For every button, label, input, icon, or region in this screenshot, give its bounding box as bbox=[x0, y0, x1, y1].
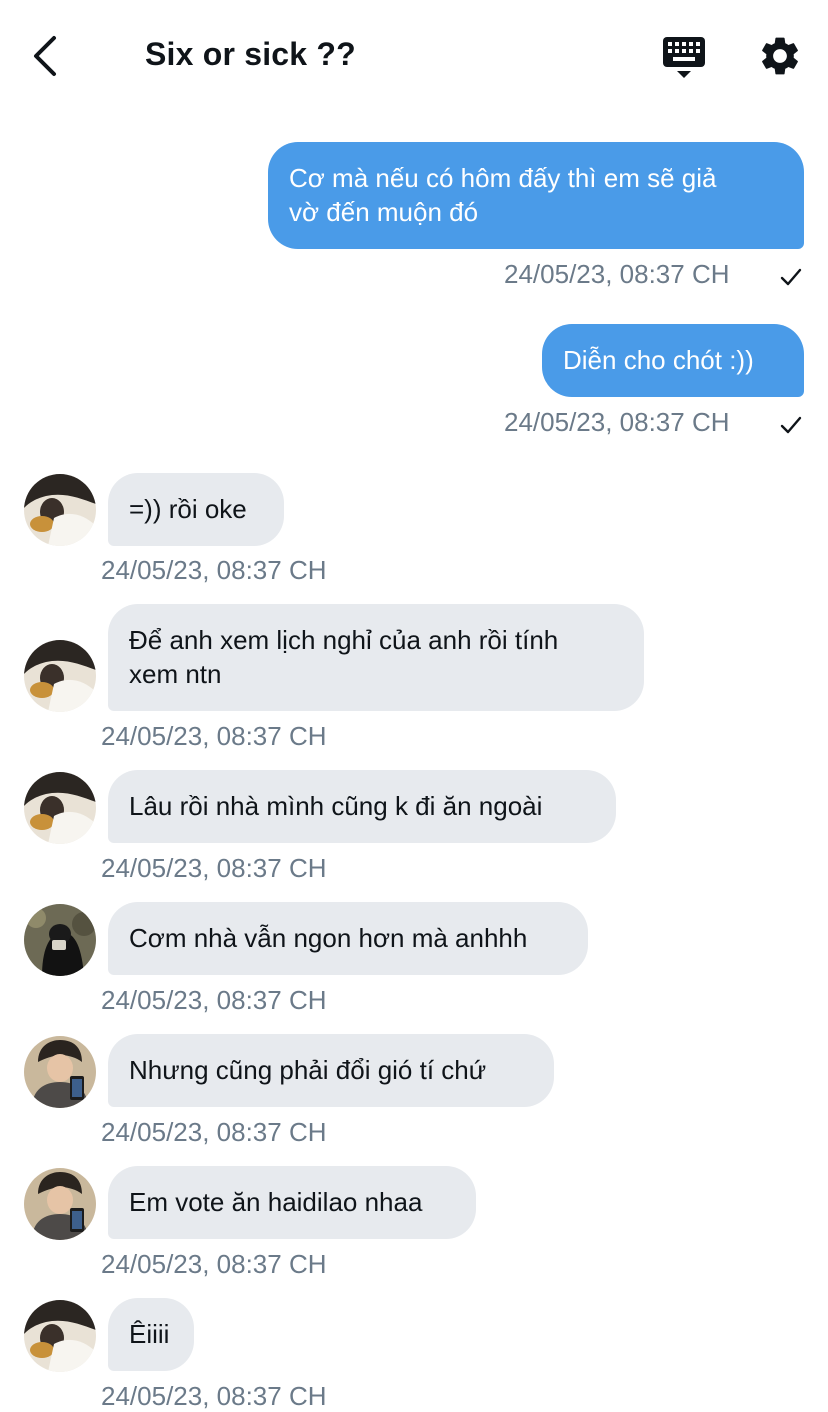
message-timestamp: 24/05/23, 08:37 CH bbox=[101, 985, 327, 1015]
avatar-photo bbox=[24, 772, 96, 844]
avatar[interactable] bbox=[24, 904, 96, 976]
avatar[interactable] bbox=[24, 1168, 96, 1240]
avatar-photo bbox=[24, 1300, 96, 1372]
message-timestamp: 24/05/23, 08:37 CH bbox=[101, 555, 327, 585]
message-timestamp: 24/05/23, 08:37 CH bbox=[101, 721, 327, 751]
message-timestamp: 24/05/23, 08:37 CH bbox=[101, 853, 327, 883]
message-bubble[interactable]: Lâu rồi nhà mình cũng k đi ăn ngoài bbox=[108, 770, 616, 843]
keyboard-button[interactable] bbox=[660, 34, 708, 80]
message-bubble[interactable]: Cơ mà nếu có hôm đấy thì em sẽ giả vờ đế… bbox=[268, 142, 804, 249]
avatar[interactable] bbox=[24, 474, 96, 546]
message-bubble[interactable]: =)) rồi oke bbox=[108, 473, 284, 546]
gear-icon bbox=[762, 37, 798, 75]
message-bubble[interactable]: Cơm nhà vẫn ngon hơn mà anhhh bbox=[108, 902, 588, 975]
checkmark-icon bbox=[780, 268, 802, 286]
message-bubble[interactable]: Nhưng cũng phải đổi gió tí chứ bbox=[108, 1034, 554, 1107]
message-timestamp: 24/05/23, 08:37 CH bbox=[504, 259, 730, 289]
conversation-title[interactable]: Six or sick ?? bbox=[145, 36, 356, 73]
message-bubble[interactable]: Để anh xem lịch nghỉ của anh rồi tính xe… bbox=[108, 604, 644, 711]
message-bubble[interactable]: Em vote ăn haidilao nhaa bbox=[108, 1166, 476, 1239]
chat-header: Six or sick ?? bbox=[0, 0, 828, 112]
avatar[interactable] bbox=[24, 1036, 96, 1108]
avatar-photo bbox=[24, 1168, 96, 1240]
avatar-photo bbox=[24, 640, 96, 712]
avatar[interactable] bbox=[24, 772, 96, 844]
message-timestamp: 24/05/23, 08:37 CH bbox=[101, 1249, 327, 1279]
chevron-left-icon bbox=[34, 36, 56, 76]
message-bubble[interactable]: Êiiii bbox=[108, 1298, 194, 1371]
back-button[interactable] bbox=[26, 32, 66, 80]
message-timestamp: 24/05/23, 08:37 CH bbox=[504, 407, 730, 437]
message-bubble[interactable]: Diễn cho chót :)) bbox=[542, 324, 804, 397]
settings-button[interactable] bbox=[757, 33, 803, 79]
avatar[interactable] bbox=[24, 640, 96, 712]
avatar-photo bbox=[24, 1036, 96, 1108]
message-timestamp: 24/05/23, 08:37 CH bbox=[101, 1381, 327, 1411]
avatar-photo bbox=[24, 904, 96, 976]
avatar-photo bbox=[24, 474, 96, 546]
keyboard-icon bbox=[663, 37, 705, 78]
message-timestamp: 24/05/23, 08:37 CH bbox=[101, 1117, 327, 1147]
checkmark-icon bbox=[780, 416, 802, 434]
avatar[interactable] bbox=[24, 1300, 96, 1372]
